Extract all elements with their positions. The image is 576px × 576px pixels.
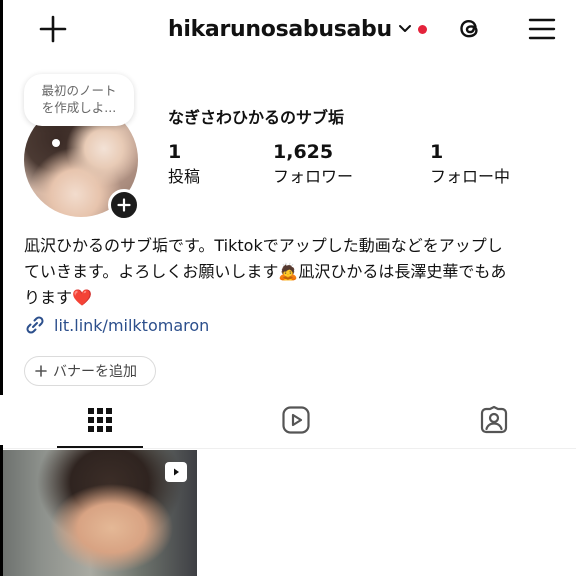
tab-posts-grid[interactable]	[80, 402, 120, 438]
bio-line: 凪沢ひかるのサブ垢です。Tiktokでアップした動画などをアップし	[24, 236, 503, 255]
following-label: フォロー中	[430, 167, 511, 186]
tagged-person-icon	[480, 405, 508, 434]
posts-label: 投稿	[168, 167, 201, 186]
followers-label: フォロワー	[273, 167, 354, 186]
create-note-bubble[interactable]: 最初のノート を作成しよ...	[24, 74, 134, 126]
add-banner-label: バナーを追加	[53, 364, 137, 380]
tab-tagged[interactable]	[474, 402, 514, 438]
account-switcher[interactable]: hikarunosabusabu	[168, 14, 427, 44]
profile-bio: 凪沢ひかるのサブ垢です。Tiktokでアップした動画などをアップし ていきます。…	[24, 233, 564, 311]
plus-icon	[35, 365, 47, 377]
threads-icon	[460, 19, 478, 38]
following-stat[interactable]: 1 フォロー中	[430, 141, 510, 189]
hamburger-menu-icon	[528, 18, 556, 40]
display-name: なぎさわひかるのサブ垢	[168, 108, 345, 127]
note-placeholder-line2: を作成しよ...	[41, 100, 117, 115]
heart-emoji: ❤️	[72, 288, 92, 307]
followers-count: 1,625	[273, 141, 334, 163]
link-icon	[26, 316, 44, 334]
grid-icon	[88, 408, 112, 432]
plus-icon	[117, 198, 131, 212]
bio-line: ります❤️	[24, 285, 564, 311]
reel-badge	[165, 462, 187, 482]
followers-stat[interactable]: 1,625 フォロワー	[273, 141, 353, 189]
left-edge-strip	[0, 0, 3, 395]
link-text: lit.link/milktomaron	[54, 315, 210, 335]
tab-reels[interactable]	[276, 402, 316, 438]
following-count: 1	[430, 141, 444, 163]
bio-text: ていきます。よろしくお願いします	[24, 262, 279, 281]
create-button[interactable]	[34, 10, 72, 48]
reels-icon	[282, 406, 310, 434]
posts-stat: 1 投稿	[168, 141, 200, 189]
bio-text: 凪沢ひかるは長澤史華でもあ	[298, 262, 507, 281]
note-placeholder-line1: 最初のノート	[41, 83, 117, 98]
active-tab-indicator	[57, 446, 143, 448]
bio-line: ていきます。よろしくお願いします🙇凪沢ひかるは長澤史華でもあ	[24, 259, 564, 285]
menu-button[interactable]	[524, 12, 560, 46]
tabs-divider	[3, 448, 576, 449]
profile-link[interactable]: lit.link/milktomaron	[24, 314, 209, 336]
username: hikarunosabusabu	[168, 16, 392, 42]
add-banner-button[interactable]: バナーを追加	[24, 356, 156, 386]
bio-text: ります	[24, 288, 73, 307]
add-story-button[interactable]	[108, 189, 140, 221]
chevron-down-icon	[398, 25, 411, 32]
bowing-emoji: 🙇	[278, 262, 299, 281]
reel-play-icon	[174, 468, 179, 476]
notification-dot	[417, 24, 427, 34]
threads-button[interactable]	[452, 10, 488, 46]
plus-icon	[39, 15, 67, 43]
note-bubble-tail	[52, 139, 60, 147]
posts-count: 1	[168, 141, 182, 163]
